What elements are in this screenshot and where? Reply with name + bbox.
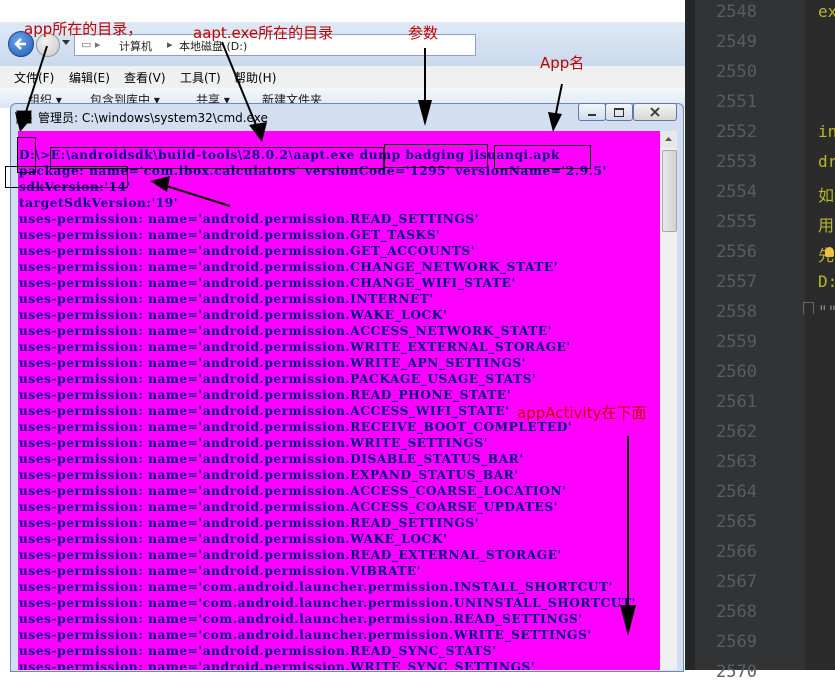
arrowhead-app-name: [548, 112, 562, 132]
annotation-arrows: [15, 41, 636, 636]
arrow-aapt-dir: [221, 41, 259, 131]
arrowhead-params: [418, 100, 432, 126]
arrow-app-name: [554, 83, 563, 119]
arrow-package-name: [159, 183, 231, 207]
arrowhead-activity-below: [620, 605, 636, 636]
arrow-app-dir: [23, 45, 48, 119]
arrowhead-app-dir: [15, 112, 32, 132]
arrowhead-aapt-dir: [249, 122, 267, 142]
arrowhead-package-name: [150, 176, 170, 192]
